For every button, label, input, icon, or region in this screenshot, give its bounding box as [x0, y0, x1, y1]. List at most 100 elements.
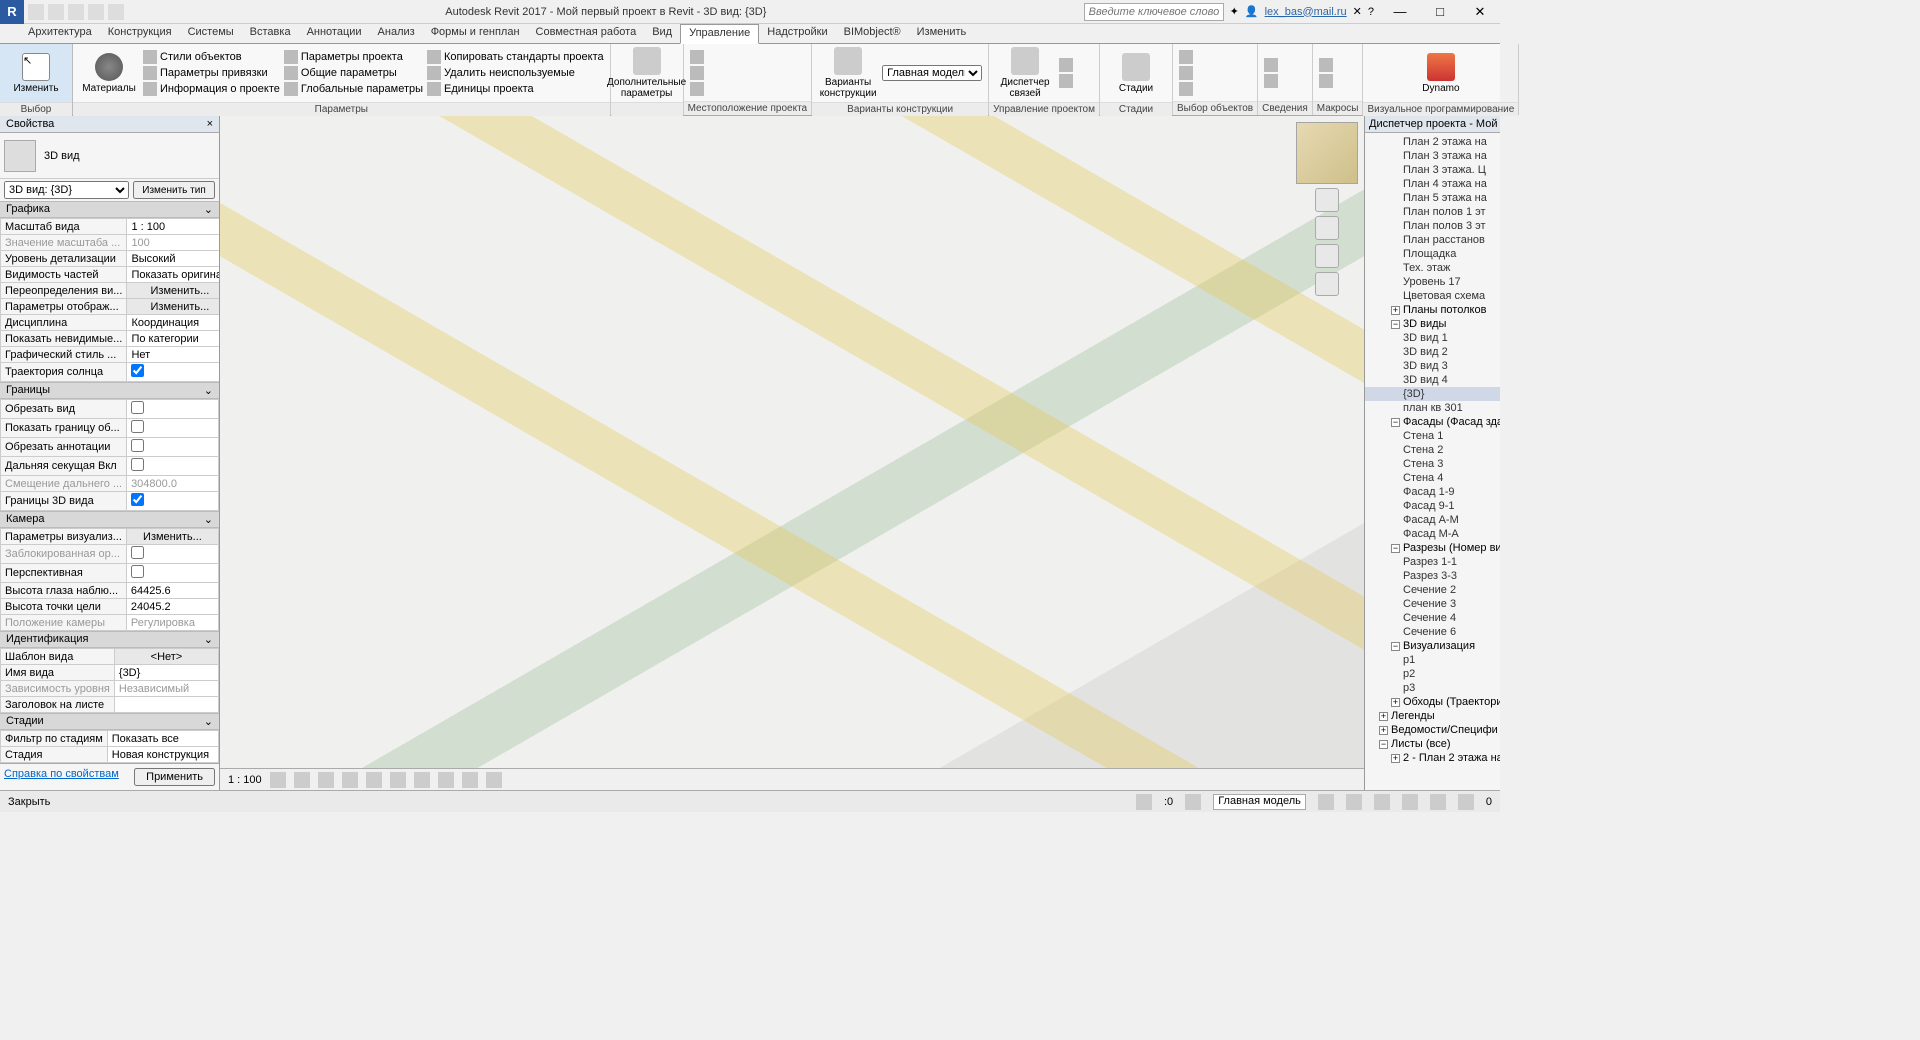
tree-node[interactable]: план кв 301	[1365, 401, 1500, 415]
prop-group[interactable]: Границы⌄	[0, 382, 219, 399]
infocenter-icon[interactable]: ✦	[1230, 5, 1239, 18]
warnings-button[interactable]	[1264, 58, 1278, 72]
ids-button[interactable]	[1264, 74, 1278, 88]
tree-node[interactable]: Тех. этаж	[1365, 261, 1500, 275]
tree-node[interactable]: Сечение 3	[1365, 597, 1500, 611]
tree-node[interactable]: План 2 этажа на	[1365, 135, 1500, 149]
prop-row[interactable]: Масштаб вида1 : 100	[1, 219, 220, 235]
nav-wheel-icon[interactable]	[1315, 216, 1339, 240]
view-canvas[interactable]: 1 : 100	[220, 116, 1365, 790]
signin-icon[interactable]: 👤	[1245, 5, 1259, 18]
macro-security-button[interactable]	[1319, 74, 1333, 88]
prop-group[interactable]: Стадии⌄	[0, 713, 219, 730]
tab-формы и генплан[interactable]: Формы и генплан	[423, 24, 528, 43]
reveal-hidden-icon[interactable]	[486, 772, 502, 788]
visual-style-icon[interactable]	[294, 772, 310, 788]
prop-row[interactable]: Значение масштаба ...100	[1, 235, 220, 251]
tree-node[interactable]: −Листы (все)	[1365, 737, 1500, 751]
qat-save-icon[interactable]	[48, 4, 64, 20]
param-button[interactable]: Информация о проекте	[143, 82, 280, 96]
tab-управление[interactable]: Управление	[680, 24, 759, 44]
lock-3d-icon[interactable]	[438, 772, 454, 788]
prop-row[interactable]: Траектория солнца	[1, 363, 220, 382]
sun-path-icon[interactable]	[318, 772, 334, 788]
expand-icon[interactable]: +	[1391, 754, 1400, 763]
app-logo[interactable]: R	[0, 0, 24, 24]
location-button[interactable]	[690, 50, 704, 64]
crop-icon[interactable]	[390, 772, 406, 788]
tree-node[interactable]: 3D вид 4	[1365, 373, 1500, 387]
prop-row[interactable]: Заголовок на листе	[1, 697, 219, 713]
tree-node[interactable]: Сечение 2	[1365, 583, 1500, 597]
tree-node[interactable]: План полов 1 эт	[1365, 205, 1500, 219]
param-button[interactable]: Единицы проекта	[427, 82, 604, 96]
param-button[interactable]: Параметры проекта	[284, 50, 423, 64]
qat-print-icon[interactable]	[108, 4, 124, 20]
worksets-icon[interactable]	[1136, 794, 1152, 810]
tree-node[interactable]: {3D}	[1365, 387, 1500, 401]
tab-конструкция[interactable]: Конструкция	[100, 24, 180, 43]
tree-node[interactable]: −Разрезы (Номер вид	[1365, 541, 1500, 555]
prop-row[interactable]: Зависимость уровняНезависимый	[1, 681, 219, 697]
prop-checkbox[interactable]	[131, 565, 144, 578]
prop-row[interactable]: Дальняя секущая Вкл	[1, 457, 219, 476]
coordinates-button[interactable]	[690, 66, 704, 80]
select-underlay-icon[interactable]	[1346, 794, 1362, 810]
tab-вид[interactable]: Вид	[644, 24, 680, 43]
tree-node[interactable]: Стена 2	[1365, 443, 1500, 457]
tree-node[interactable]: +Легенды	[1365, 709, 1500, 723]
design-options-button[interactable]: Варианты конструкции	[818, 46, 878, 100]
manage-images-button[interactable]	[1059, 58, 1073, 72]
param-button[interactable]: Стили объектов	[143, 50, 280, 64]
tree-node[interactable]: Сечение 4	[1365, 611, 1500, 625]
tree-node[interactable]: +Ведомости/Специфи	[1365, 723, 1500, 737]
prop-row[interactable]: Положение камерыРегулировка	[1, 615, 219, 631]
expand-icon[interactable]: +	[1391, 306, 1400, 315]
prop-checkbox[interactable]	[131, 493, 144, 506]
prop-row[interactable]: Имя вида{3D}	[1, 665, 219, 681]
tab-анализ[interactable]: Анализ	[370, 24, 423, 43]
edit-type-button[interactable]: Изменить тип	[133, 181, 215, 199]
tree-node[interactable]: −Визуализация	[1365, 639, 1500, 653]
filter-icon[interactable]	[1458, 794, 1474, 810]
prop-row[interactable]: ДисциплинаКоординация	[1, 315, 220, 331]
tab-изменить[interactable]: Изменить	[909, 24, 975, 43]
expand-icon[interactable]: −	[1391, 320, 1400, 329]
macro-manager-button[interactable]	[1319, 58, 1333, 72]
tree-node[interactable]: Фасад М-А	[1365, 527, 1500, 541]
select-by-id-button[interactable]	[1179, 50, 1193, 64]
tree-node[interactable]: Стена 1	[1365, 429, 1500, 443]
prop-row[interactable]: Смещение дальнего ...304800.0	[1, 476, 219, 492]
tree-node[interactable]: Фасад 1-9	[1365, 485, 1500, 499]
tree-node[interactable]: 3D вид 2	[1365, 345, 1500, 359]
tree-node[interactable]: План 3 этажа на	[1365, 149, 1500, 163]
expand-icon[interactable]: +	[1391, 698, 1400, 707]
expand-icon[interactable]: +	[1379, 712, 1388, 721]
param-button[interactable]: Общие параметры	[284, 66, 423, 80]
search-input[interactable]	[1084, 3, 1224, 21]
tree-node[interactable]: План полов 3 эт	[1365, 219, 1500, 233]
prop-checkbox[interactable]	[131, 458, 144, 471]
expand-icon[interactable]: −	[1391, 544, 1400, 553]
nav-zoom-icon[interactable]	[1315, 272, 1339, 296]
tab-системы[interactable]: Системы	[180, 24, 242, 43]
tree-node[interactable]: р1	[1365, 653, 1500, 667]
prop-row[interactable]: Обрезать аннотации	[1, 438, 219, 457]
prop-row[interactable]: Шаблон вида<Нет>	[1, 649, 219, 665]
close-button[interactable]: ✕	[1460, 0, 1500, 24]
prop-row[interactable]: Фильтр по стадиямПоказать все	[1, 731, 219, 747]
param-button[interactable]: Удалить неиспользуемые	[427, 66, 604, 80]
prop-row[interactable]: Высота точки цели24045.2	[1, 599, 219, 615]
prop-checkbox[interactable]	[131, 401, 144, 414]
tab-совместная работа[interactable]: Совместная работа	[528, 24, 645, 43]
tree-node[interactable]: Разрез 1-1	[1365, 555, 1500, 569]
load-selection-button[interactable]	[1179, 82, 1193, 96]
tree-node[interactable]: Площадка	[1365, 247, 1500, 261]
prop-checkbox[interactable]	[131, 420, 144, 433]
crop-visible-icon[interactable]	[414, 772, 430, 788]
starting-view-button[interactable]	[1059, 74, 1073, 88]
param-button[interactable]: Копировать стандарты проекта	[427, 50, 604, 64]
temp-hide-icon[interactable]	[462, 772, 478, 788]
prop-checkbox[interactable]	[131, 546, 144, 559]
param-button[interactable]: Глобальные параметры	[284, 82, 423, 96]
